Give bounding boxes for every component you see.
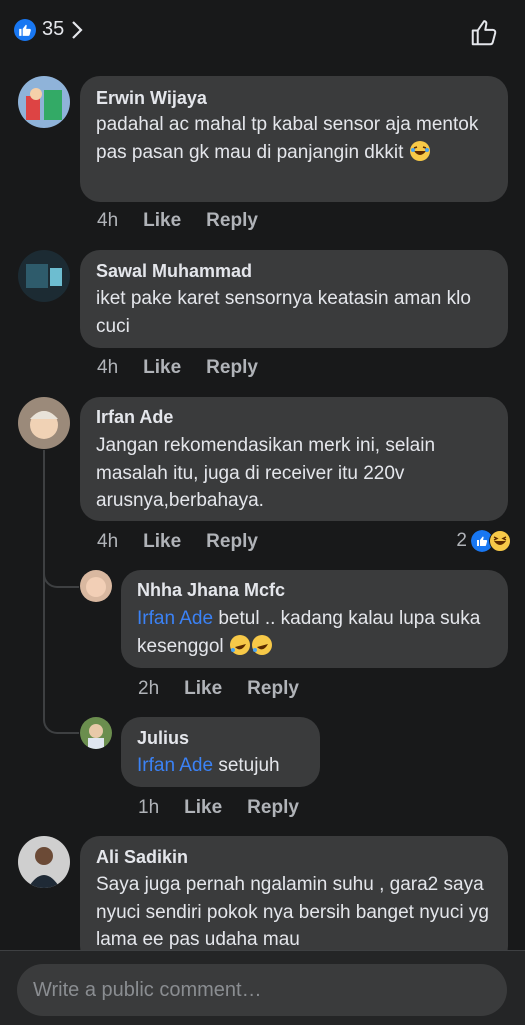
comment-composer [0, 950, 525, 1025]
reaction-summary[interactable]: 35 [14, 18, 84, 41]
mention-link[interactable]: Irfan Ade [137, 608, 213, 629]
mention-link[interactable]: Irfan Ade [137, 755, 213, 776]
reply-button[interactable]: Reply [206, 531, 258, 553]
avatar[interactable] [18, 397, 70, 449]
comment-author[interactable]: Sawal Muhammad [96, 261, 252, 282]
like-button[interactable]: Like [143, 210, 181, 232]
chevron-right-icon [72, 20, 83, 39]
comment-text: Irfan Ade betul .. kadang kalau lupa suk… [137, 608, 481, 657]
reaction-count: 35 [42, 18, 65, 40]
like-button[interactable]: Like [143, 531, 181, 553]
like-button[interactable]: Like [184, 797, 222, 819]
comment-time: 2h [138, 678, 160, 699]
comment-time: 4h [97, 210, 119, 231]
comment-meta: 2h Like Reply [138, 678, 324, 700]
reply-button[interactable]: Reply [206, 357, 258, 379]
rofl-emoji-icon [251, 634, 272, 655]
rofl-emoji-icon [229, 634, 250, 655]
like-reaction-icon [14, 18, 36, 41]
comment-text: Irfan Ade setujuh [137, 755, 280, 776]
comment-text: iket pake karet sensornya keatasin aman … [96, 288, 471, 337]
comment-meta: 4h Like Reply [97, 531, 283, 553]
comment-meta: 1h Like Reply [138, 797, 324, 819]
comment-meta: 4h Like Reply [97, 210, 283, 232]
reply-thread-line [43, 450, 79, 734]
comment-author[interactable]: Irfan Ade [96, 407, 173, 428]
comment-text: Jangan rekomendasikan merk ini, selain m… [96, 435, 436, 511]
haha-reaction-icon [489, 530, 511, 552]
comment-author[interactable]: Erwin Wijaya [96, 88, 207, 109]
like-button[interactable]: Like [143, 357, 181, 379]
reply-button[interactable]: Reply [247, 797, 299, 819]
avatar[interactable] [80, 570, 112, 602]
reply-button[interactable]: Reply [206, 210, 258, 232]
avatar[interactable] [80, 717, 112, 749]
reply-button[interactable]: Reply [247, 678, 299, 700]
comment-reaction-count: 2 [456, 530, 467, 551]
avatar[interactable] [18, 250, 70, 302]
comment-author[interactable]: Julius [137, 728, 189, 749]
comment-text: Saya juga pernah ngalamin suhu , gara2 s… [96, 874, 489, 950]
laughing-emoji-icon [409, 140, 430, 161]
top-bar: 35 [0, 0, 525, 64]
comment-time: 4h [97, 357, 119, 378]
reply-thread-branch [43, 560, 79, 588]
comment-input[interactable] [17, 964, 507, 1016]
like-button[interactable]: Like [184, 678, 222, 700]
comment-author[interactable]: Nhha Jhana Mcfc [137, 580, 285, 601]
comment-text: padahal ac mahal tp kabal sensor aja men… [96, 114, 479, 163]
comment-reactions[interactable]: 2 [456, 530, 511, 552]
avatar[interactable] [18, 76, 70, 128]
avatar[interactable] [18, 836, 70, 888]
comment-meta: 4h Like Reply [97, 357, 283, 379]
comment-author[interactable]: Ali Sadikin [96, 847, 188, 868]
like-outline-icon[interactable] [469, 18, 499, 48]
comment-time: 1h [138, 797, 160, 818]
comment-time: 4h [97, 531, 119, 552]
